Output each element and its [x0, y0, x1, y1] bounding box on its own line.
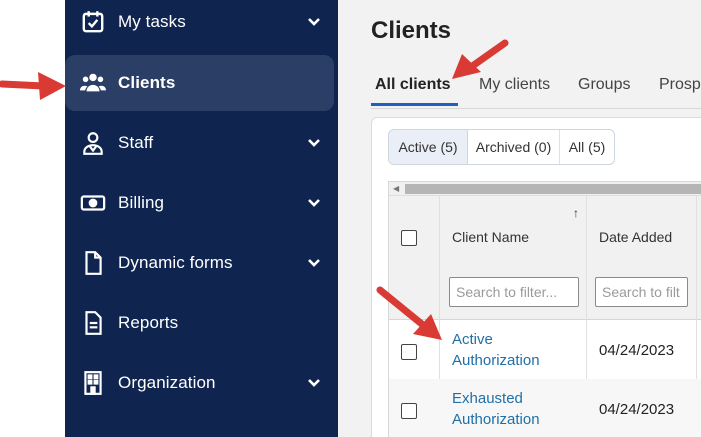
select-all-checkbox[interactable] [401, 230, 417, 246]
staff-person-icon [79, 129, 107, 157]
column-header-client-name[interactable]: Client Name [452, 229, 529, 245]
sidebar-item-organization[interactable]: Organization [65, 355, 338, 411]
sidebar-item-label: Reports [118, 313, 179, 332]
sidebar-item-reports[interactable]: Reports [65, 295, 338, 351]
client-name-line: Authorization [452, 411, 540, 428]
horizontal-scrollbar[interactable]: ◀ [389, 182, 701, 196]
tab-bar: All clients My clients Groups Prosp [371, 76, 701, 108]
file-icon [79, 249, 107, 277]
left-margin [0, 0, 65, 437]
report-document-icon [79, 309, 107, 337]
filter-archived-button[interactable]: Archived (0) [468, 130, 560, 164]
row-checkbox[interactable] [401, 403, 417, 419]
sidebar-item-label: Dynamic forms [118, 253, 233, 272]
tab-prospects[interactable]: Prosp [659, 76, 701, 94]
building-icon [79, 369, 107, 397]
chevron-down-icon[interactable] [306, 135, 322, 151]
chevron-down-icon[interactable] [306, 14, 322, 30]
tab-my-clients[interactable]: My clients [479, 76, 550, 94]
tab-all-clients[interactable]: All clients [375, 76, 451, 94]
users-icon [79, 69, 107, 97]
sidebar-item-label: Clients [118, 73, 176, 92]
table-header-row: Client Name ↑ Date Added [389, 196, 701, 320]
client-name-filter-input[interactable] [449, 277, 579, 307]
sort-ascending-icon[interactable]: ↑ [573, 206, 579, 220]
app-window: My tasks Clients Staff Billing Dynamic f… [0, 0, 701, 437]
column-header-date-added[interactable]: Date Added [599, 229, 672, 245]
main-content: Clients All clients My clients Groups Pr… [338, 0, 701, 437]
page-title: Clients [371, 17, 452, 44]
sidebar-item-billing[interactable]: Billing [65, 175, 338, 231]
clients-panel: Active (5) Archived (0) All (5) ◀ Client… [371, 117, 701, 437]
calendar-check-icon [79, 8, 107, 36]
client-name-line: Exhausted [452, 390, 523, 407]
client-name-link[interactable]: Exhausted Authorization [452, 388, 540, 430]
date-added-cell: 04/24/2023 [599, 401, 675, 418]
client-name-link[interactable]: Active Authorization [452, 329, 540, 371]
scroll-left-icon[interactable]: ◀ [393, 184, 399, 193]
sidebar-item-my-tasks[interactable]: My tasks [65, 0, 338, 50]
status-filter-group: Active (5) Archived (0) All (5) [388, 129, 615, 165]
sidebar-item-label: Billing [118, 193, 165, 212]
sidebar-item-dynamic-forms[interactable]: Dynamic forms [65, 235, 338, 291]
sidebar-item-label: Staff [118, 133, 154, 152]
client-name-line: Authorization [452, 352, 540, 369]
scrollbar-thumb[interactable] [405, 184, 701, 194]
sidebar-item-staff[interactable]: Staff [65, 115, 338, 171]
money-bill-icon [79, 189, 107, 217]
tabs-divider [371, 108, 701, 109]
sidebar-item-label: Organization [118, 373, 216, 392]
table-row: Active Authorization 04/24/2023 [389, 320, 701, 379]
chevron-down-icon[interactable] [306, 375, 322, 391]
tab-groups[interactable]: Groups [578, 76, 630, 94]
table-row: Exhausted Authorization 04/24/2023 [389, 379, 701, 437]
clients-table: ◀ Client Name ↑ Date Added [388, 181, 701, 437]
row-checkbox[interactable] [401, 344, 417, 360]
date-added-cell: 04/24/2023 [599, 342, 675, 359]
filter-active-button[interactable]: Active (5) [389, 130, 468, 164]
sidebar-item-clients[interactable]: Clients [65, 55, 334, 111]
sidebar-item-label: My tasks [118, 12, 186, 31]
date-added-filter-input[interactable] [595, 277, 688, 307]
active-tab-indicator [371, 103, 458, 106]
chevron-down-icon[interactable] [306, 195, 322, 211]
filter-all-button[interactable]: All (5) [560, 130, 614, 164]
chevron-down-icon[interactable] [306, 255, 322, 271]
client-name-line: Active [452, 331, 493, 348]
sidebar: My tasks Clients Staff Billing Dynamic f… [65, 0, 338, 437]
